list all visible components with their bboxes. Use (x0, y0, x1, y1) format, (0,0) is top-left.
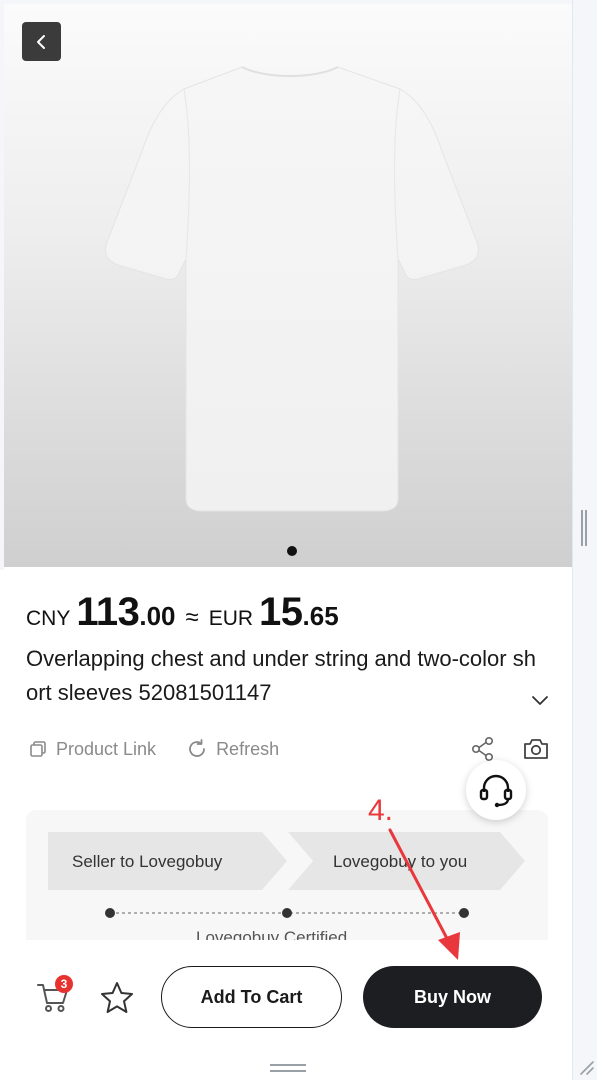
refresh-icon (189, 739, 205, 757)
back-button[interactable] (22, 22, 61, 61)
product-actions: Product Link Refresh (28, 736, 309, 762)
star-icon[interactable] (99, 980, 135, 1016)
shipping-flow-card: Seller to Lovegobuy Lovegobuy to you Lov… (26, 810, 548, 960)
approx-symbol: ≈ (185, 604, 199, 631)
annotation-step-number: 4. (368, 794, 394, 827)
product-link-label: Product Link (56, 738, 157, 759)
product-detail-page: CNY 113 .00 ≈ EUR 15 .65 Overlapping che… (0, 0, 597, 1080)
price-amount-secondary-dec: .65 (302, 601, 339, 631)
chevron-left-icon (36, 34, 45, 49)
scrollbar-grip[interactable] (581, 510, 587, 546)
copy-icon (30, 741, 46, 757)
price-row: CNY 113 .00 ≈ EUR 15 .65 (26, 590, 339, 636)
price-currency-secondary: EUR (208, 607, 254, 630)
gallery-indicator-dot[interactable] (287, 546, 297, 556)
product-title: Overlapping chest and under string and t… (26, 646, 536, 705)
drag-handle[interactable] (270, 1064, 306, 1072)
add-to-cart-button[interactable]: Add To Cart (161, 966, 342, 1028)
headset-icon (479, 774, 513, 808)
price-amount-secondary-int: 15 (259, 590, 303, 634)
share-icon[interactable] (470, 736, 496, 762)
flow-step-delivery: Lovegobuy to you (333, 852, 468, 871)
cart-count-badge: 3 (55, 975, 73, 993)
refresh-label: Refresh (216, 738, 280, 759)
camera-icon[interactable] (522, 736, 550, 762)
price-amount-primary-dec: .00 (139, 601, 176, 631)
refresh-button[interactable]: Refresh (186, 738, 279, 760)
buy-now-button[interactable]: Buy Now (363, 966, 542, 1028)
resize-grip-icon[interactable] (577, 1058, 595, 1076)
product-image-gallery[interactable] (4, 4, 572, 567)
product-image (105, 66, 479, 512)
price-amount-primary-int: 113 (76, 590, 140, 634)
chevron-down-icon[interactable] (530, 690, 550, 710)
customer-support-button[interactable] (466, 760, 526, 820)
product-link-button[interactable]: Product Link (28, 739, 156, 760)
price-currency-primary: CNY (26, 607, 71, 630)
flow-step-seller: Seller to Lovegobuy (72, 852, 223, 871)
